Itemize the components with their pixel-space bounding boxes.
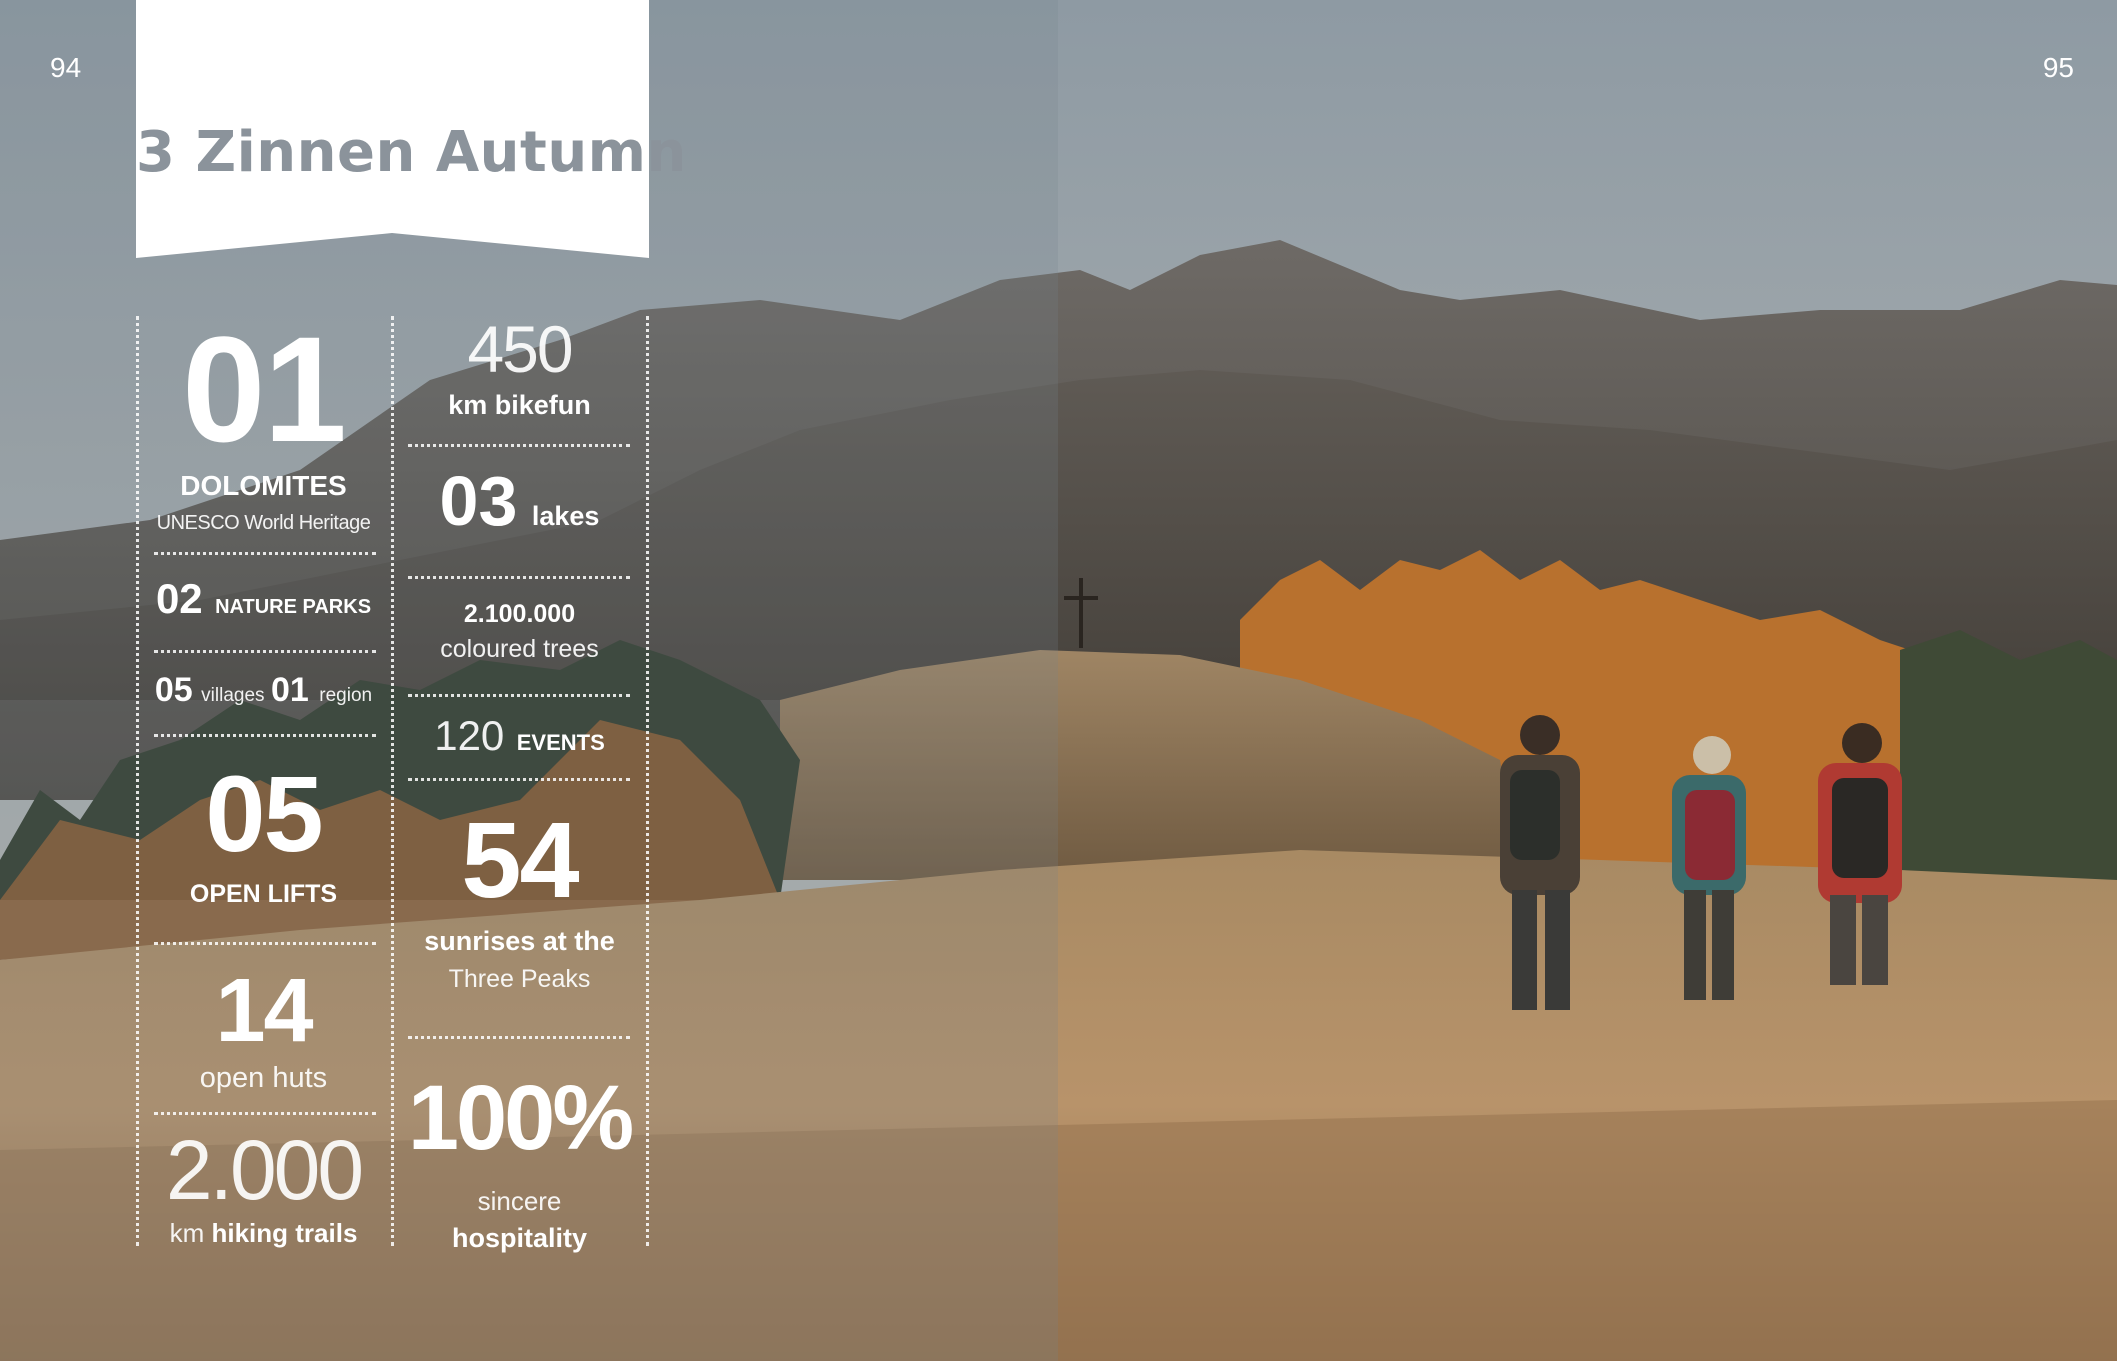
stat-open-huts: 14 open huts bbox=[136, 966, 391, 1095]
divider-h bbox=[154, 942, 376, 945]
stat-label: open huts bbox=[199, 1062, 328, 1094]
stat-bikefun: 450 km bikefun bbox=[392, 316, 647, 421]
stat-label: sunrises at the bbox=[424, 926, 615, 956]
stat-label: km bikefun bbox=[448, 390, 591, 420]
stat-number-2: 01 bbox=[271, 671, 309, 709]
stat-label: EVENTS bbox=[516, 730, 605, 755]
stat-coloured-trees: 2.100.000 coloured trees bbox=[392, 600, 647, 664]
brochure-spread: 94 95 3 Zinnen Autumn 01 DOLOMITES UNESC… bbox=[0, 0, 2117, 1361]
page-number-right: 95 bbox=[2042, 52, 2074, 83]
divider-h bbox=[154, 650, 376, 653]
stat-label: DOLOMITES bbox=[180, 470, 347, 501]
stat-number: 2.100.000 bbox=[463, 600, 576, 628]
divider-h bbox=[154, 552, 376, 555]
stat-villages: 05 villages 01 region bbox=[136, 673, 391, 707]
stat-sublabel: hospitality bbox=[451, 1223, 587, 1253]
stat-number: 120 bbox=[434, 712, 505, 759]
divider-h bbox=[408, 778, 630, 781]
stat-lakes: 03 lakes bbox=[392, 466, 647, 536]
page-number-left: 94 bbox=[50, 52, 82, 83]
stat-number: 03 bbox=[439, 462, 518, 540]
divider-h bbox=[408, 576, 630, 579]
page-title: 3 Zinnen Autumn bbox=[136, 120, 687, 185]
stat-unit: km bbox=[169, 1218, 205, 1248]
stat-label: sincere bbox=[477, 1186, 562, 1216]
divider-h bbox=[154, 1112, 376, 1115]
stat-label: hiking trails bbox=[211, 1218, 358, 1248]
stat-label: lakes bbox=[531, 501, 600, 531]
stat-number: 05 bbox=[205, 753, 323, 874]
stat-number: 100% bbox=[407, 1067, 634, 1169]
stat-hiking-trails: 2.000 km hiking trails bbox=[136, 1128, 391, 1249]
stat-label: OPEN LIFTS bbox=[189, 880, 338, 908]
stat-events: 120 EVENTS bbox=[392, 712, 647, 760]
stat-label-2: region bbox=[319, 685, 373, 706]
divider-h bbox=[408, 444, 630, 447]
stat-number: 2.000 bbox=[165, 1123, 364, 1217]
stat-hospitality: 100% sincere hospitality bbox=[392, 1072, 647, 1254]
stat-sunrises: 54 sunrises at the Three Peaks bbox=[392, 806, 647, 994]
stat-number: 05 bbox=[154, 671, 193, 709]
stat-dolomites: 01 DOLOMITES UNESCO World Heritage bbox=[136, 305, 391, 535]
stats-grid: 01 DOLOMITES UNESCO World Heritage 02 NA… bbox=[136, 305, 649, 1253]
stat-label: coloured trees bbox=[440, 635, 599, 663]
stat-label: villages bbox=[201, 685, 265, 706]
stat-number: 02 bbox=[155, 575, 203, 622]
divider-h bbox=[408, 1036, 630, 1039]
divider-h bbox=[154, 734, 376, 737]
stat-label: NATURE PARKS bbox=[215, 596, 372, 618]
stat-sublabel: UNESCO World Heritage bbox=[156, 512, 371, 534]
stat-number: 14 bbox=[215, 961, 313, 1061]
stat-number: 450 bbox=[467, 312, 573, 386]
divider-h bbox=[408, 694, 630, 697]
stat-nature-parks: 02 NATURE PARKS bbox=[136, 578, 391, 620]
stat-sublabel: Three Peaks bbox=[448, 965, 591, 993]
title-banner: 3 Zinnen Autumn bbox=[136, 0, 687, 260]
stat-open-lifts: 05 OPEN LIFTS bbox=[136, 760, 391, 909]
stat-number: 54 bbox=[461, 799, 579, 920]
stat-number: 01 bbox=[182, 305, 347, 473]
